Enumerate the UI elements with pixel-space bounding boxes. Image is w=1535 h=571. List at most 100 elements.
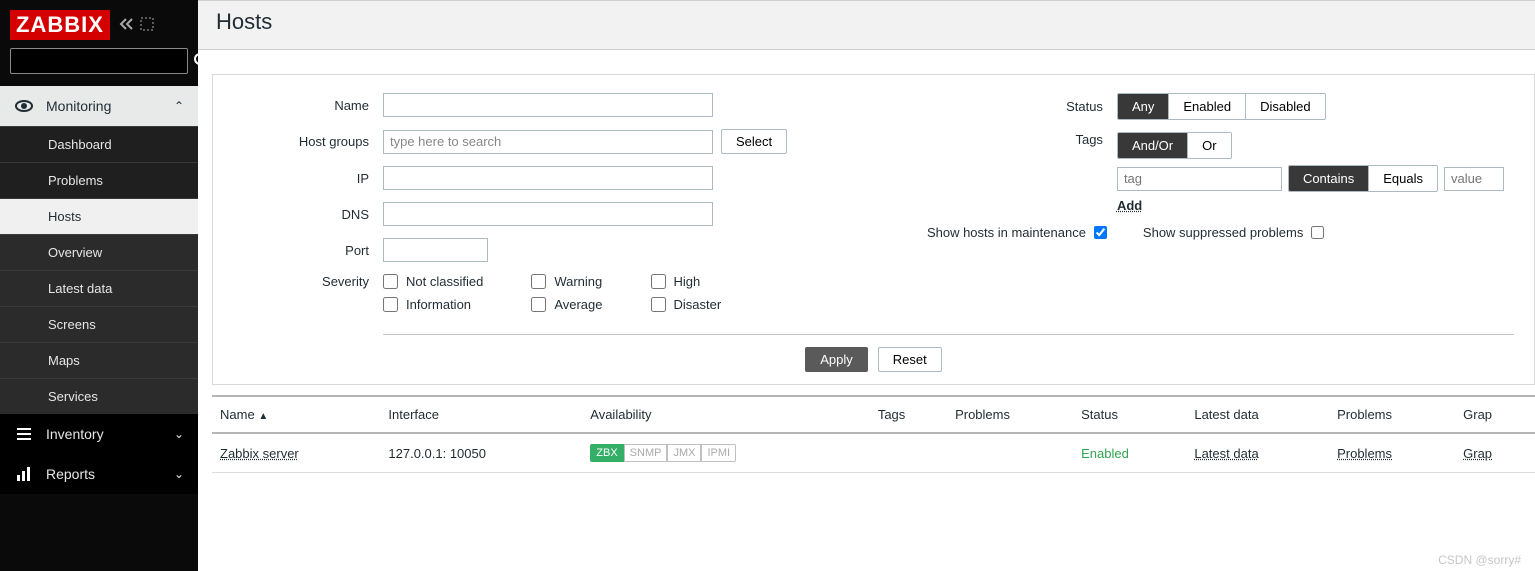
tag-mode-or[interactable]: Or xyxy=(1188,133,1230,158)
chevron-up-icon: ⌃ xyxy=(174,99,184,113)
latest-data-link[interactable]: Latest data xyxy=(1194,446,1258,461)
severity-information[interactable]: Information xyxy=(383,297,483,312)
search-wrap xyxy=(0,48,198,86)
sidebar-item-maps[interactable]: Maps xyxy=(0,342,198,378)
tag-mode-andor[interactable]: And/Or xyxy=(1118,133,1188,158)
table-row: Zabbix server 127.0.0.1: 10050 ZBX SNMP … xyxy=(212,433,1535,473)
page-header: Hosts xyxy=(198,0,1535,50)
cell-status: Enabled xyxy=(1081,446,1129,461)
avail-snmp: SNMP xyxy=(624,444,668,462)
sidebar-top: ZABBIX xyxy=(0,0,198,48)
problems-link[interactable]: Problems xyxy=(1337,446,1392,461)
expand-icon[interactable] xyxy=(140,17,154,34)
th-name[interactable]: Name ▲ xyxy=(212,397,380,433)
th-availability[interactable]: Availability xyxy=(582,397,870,433)
th-status[interactable]: Status xyxy=(1073,397,1186,433)
reset-button[interactable]: Reset xyxy=(878,347,942,372)
label-maintenance: Show hosts in maintenance xyxy=(927,225,1086,240)
list-icon xyxy=(14,424,34,444)
th-problems[interactable]: Problems xyxy=(947,397,1073,433)
status-segment: Any Enabled Disabled xyxy=(1117,93,1326,120)
tag-mode-segment: And/Or Or xyxy=(1117,132,1232,159)
filter-left: Name Host groups Select IP DNS xyxy=(213,93,827,324)
sidebar-item-overview[interactable]: Overview xyxy=(0,234,198,270)
chart-icon xyxy=(14,464,34,484)
label-dns: DNS xyxy=(213,207,383,222)
add-tag-link[interactable]: Add xyxy=(1117,198,1142,213)
logo[interactable]: ZABBIX xyxy=(10,10,110,40)
avail-zbx: ZBX xyxy=(590,444,623,462)
label-host-groups: Host groups xyxy=(213,134,383,149)
sidebar-item-hosts[interactable]: Hosts xyxy=(0,198,198,234)
sidebar-item-services[interactable]: Services xyxy=(0,378,198,414)
th-tags[interactable]: Tags xyxy=(870,397,947,433)
maintenance-checkbox[interactable] xyxy=(1094,226,1107,239)
name-input[interactable] xyxy=(383,93,713,117)
content: Name Host groups Select IP DNS xyxy=(198,50,1535,473)
label-name: Name xyxy=(213,98,383,113)
eye-icon xyxy=(14,96,34,116)
nav-section-reports[interactable]: Reports ⌄ xyxy=(0,454,198,494)
avail-jmx: JMX xyxy=(667,444,701,462)
cell-interface: 127.0.0.1: 10050 xyxy=(380,433,582,473)
filter-box: Name Host groups Select IP DNS xyxy=(212,74,1535,385)
page-title: Hosts xyxy=(216,9,1517,35)
hosts-table: Name ▲ Interface Availability Tags Probl… xyxy=(212,395,1535,473)
th-latest-data[interactable]: Latest data xyxy=(1186,397,1329,433)
label-suppressed: Show suppressed problems xyxy=(1143,225,1303,240)
sidebar-item-problems[interactable]: Problems xyxy=(0,162,198,198)
tag-value-input[interactable] xyxy=(1444,167,1504,191)
label-severity: Severity xyxy=(213,274,383,289)
cell-tags xyxy=(870,433,947,473)
sidebar-item-dashboard[interactable]: Dashboard xyxy=(0,126,198,162)
status-disabled[interactable]: Disabled xyxy=(1246,94,1325,119)
graphs-link[interactable]: Grap xyxy=(1463,446,1492,461)
cell-problems xyxy=(947,433,1073,473)
filter-right: Status Any Enabled Disabled Tags And/Or xyxy=(927,93,1534,324)
nav-section-label: Reports xyxy=(46,466,95,482)
collapse-icon[interactable] xyxy=(118,17,134,34)
label-ip: IP xyxy=(213,171,383,186)
severity-high[interactable]: High xyxy=(651,274,722,289)
dns-input[interactable] xyxy=(383,202,713,226)
suppressed-checkbox[interactable] xyxy=(1311,226,1324,239)
sidebar-item-latest-data[interactable]: Latest data xyxy=(0,270,198,306)
severity-not-classified[interactable]: Not classified xyxy=(383,274,483,289)
apply-button[interactable]: Apply xyxy=(805,347,868,372)
search-box[interactable] xyxy=(10,48,188,74)
th-graphs[interactable]: Grap xyxy=(1455,397,1535,433)
main: Hosts Name Host groups Select IP xyxy=(198,0,1535,571)
nav-section-label: Inventory xyxy=(46,426,104,442)
nav-section-label: Monitoring xyxy=(46,98,111,114)
th-problems-link[interactable]: Problems xyxy=(1329,397,1455,433)
watermark: CSDN @sorry# xyxy=(1438,553,1521,567)
severity-warning[interactable]: Warning xyxy=(531,274,602,289)
tag-match-segment: Contains Equals xyxy=(1288,165,1438,192)
status-enabled[interactable]: Enabled xyxy=(1169,94,1246,119)
cell-availability: ZBX SNMP JMX IPMI xyxy=(582,433,870,473)
sort-asc-icon: ▲ xyxy=(258,411,268,422)
host-groups-input[interactable] xyxy=(383,130,713,154)
chevron-down-icon: ⌄ xyxy=(174,467,184,481)
severity-average[interactable]: Average xyxy=(531,297,602,312)
tag-match-contains[interactable]: Contains xyxy=(1289,166,1369,191)
tag-match-equals[interactable]: Equals xyxy=(1369,166,1437,191)
sidebar: ZABBIX Monitoring ⌃ Dashboard Problems H… xyxy=(0,0,198,571)
label-tags: Tags xyxy=(927,132,1117,147)
select-button[interactable]: Select xyxy=(721,129,787,154)
host-name-link[interactable]: Zabbix server xyxy=(220,446,299,461)
status-any[interactable]: Any xyxy=(1118,94,1169,119)
filter-actions: Apply Reset xyxy=(213,335,1534,372)
search-input[interactable] xyxy=(17,54,193,69)
severity-disaster[interactable]: Disaster xyxy=(651,297,722,312)
label-status: Status xyxy=(927,99,1117,114)
port-input[interactable] xyxy=(383,238,488,262)
nav-section-monitoring[interactable]: Monitoring ⌃ xyxy=(0,86,198,126)
ip-input[interactable] xyxy=(383,166,713,190)
tag-name-input[interactable] xyxy=(1117,167,1282,191)
nav-section-inventory[interactable]: Inventory ⌄ xyxy=(0,414,198,454)
sidebar-item-screens[interactable]: Screens xyxy=(0,306,198,342)
label-port: Port xyxy=(213,243,383,258)
avail-ipmi: IPMI xyxy=(701,444,736,462)
th-interface[interactable]: Interface xyxy=(380,397,582,433)
